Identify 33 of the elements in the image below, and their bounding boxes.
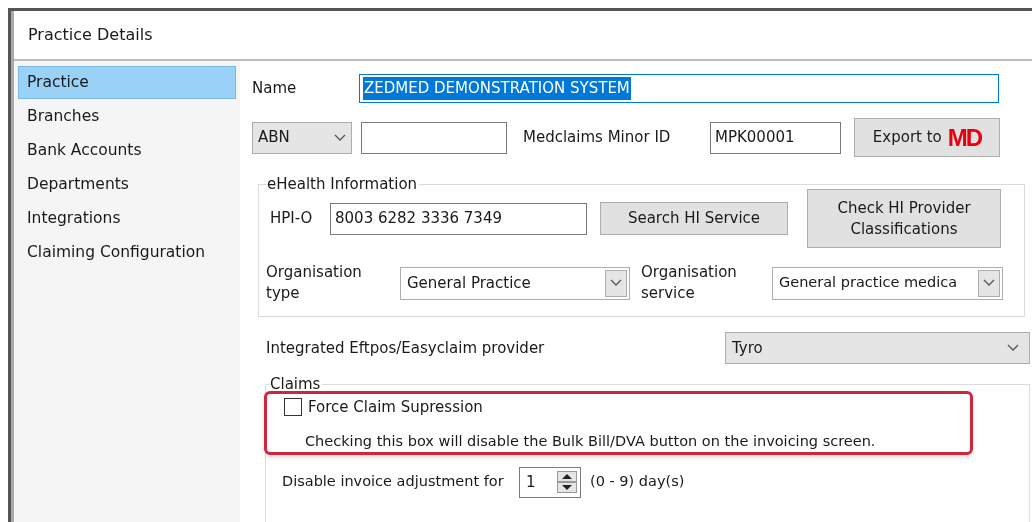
organisation-service-dropdown[interactable]: General practice medica [772, 266, 1003, 300]
checkbox-label[interactable]: Force Claim Supression [308, 395, 483, 419]
sidebar-item[interactable]: Claiming Configuration [18, 236, 236, 269]
sidebar-item[interactable]: Departments [18, 168, 236, 201]
window-title: Practice Details [28, 24, 153, 46]
eftpos-provider-dropdown[interactable]: Tyro [725, 332, 1030, 364]
range-label: (0 - 9) day(s) [590, 472, 685, 492]
sidebar-item[interactable]: Branches [18, 100, 236, 133]
adjustment-label: Disable invoice adjustment for [282, 472, 505, 492]
hpi-o-label: HPI-O [270, 208, 314, 230]
organisation-type-label: Organisation type [266, 262, 363, 304]
check-hi-provider-button[interactable]: Check HI Provider Classifications [807, 189, 1001, 248]
spinner-arrows-icon [557, 471, 577, 494]
chevron-down-icon [334, 133, 346, 142]
days-spinner[interactable]: 1 [519, 466, 581, 498]
sidebar-item[interactable]: Practice [18, 66, 236, 99]
id-type-dropdown[interactable]: ABN [252, 121, 352, 154]
sidebar-item[interactable]: Bank Accounts [18, 134, 236, 167]
name-label: Name [252, 78, 298, 100]
sidebar-item[interactable]: Integrations [18, 202, 236, 235]
medclaims-field[interactable]: MPK00001 [710, 121, 841, 154]
checkbox[interactable] [284, 398, 302, 416]
search-hi-service-button[interactable]: Search HI Service [600, 202, 788, 235]
chevron-down-icon [1007, 344, 1019, 352]
eftpos-provider-label: Integrated Eftpos/Easyclaim provider [266, 337, 546, 359]
organisation-service-label: Organisation service [641, 262, 738, 304]
name-field[interactable]: ZEDMED DEMONSTRATION SYSTEM [359, 74, 999, 103]
medclaims-label: Medclaims Minor ID [523, 127, 672, 149]
help-text: Checking this box will disable the Bulk Bill/DVA button on the invoicing screen. [305, 432, 877, 451]
export-button[interactable]: Export to MD [854, 118, 1000, 157]
hpi-o-field[interactable]: 8003 6282 3336 7349 [330, 202, 587, 235]
organisation-type-dropdown[interactable]: General Practice [400, 266, 630, 300]
id-number-field[interactable] [361, 121, 507, 154]
